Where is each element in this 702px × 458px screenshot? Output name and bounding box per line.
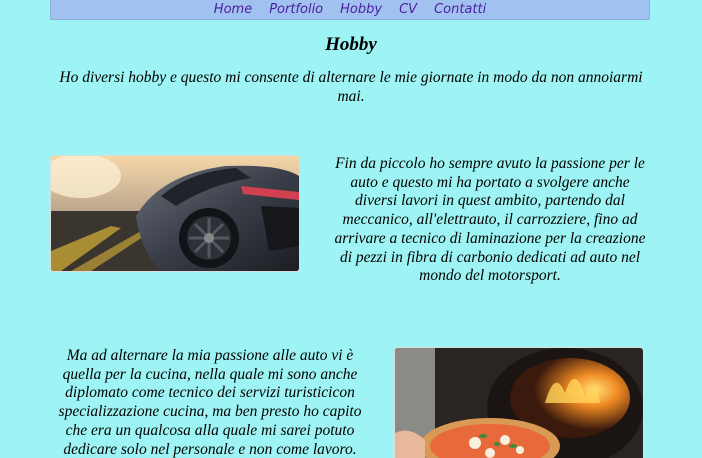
cars-passion-text: Fin da piccolo ho sempre avuto la passio… xyxy=(334,155,646,285)
page-title: Hobby xyxy=(325,34,377,55)
cooking-passion-text: Ma ad alternare la mia passione alle aut… xyxy=(58,347,362,458)
top-nav: Home Portfolio Hobby CV Contatti xyxy=(50,0,650,20)
intro-text: Ho diversi hobby e questo mi consente di… xyxy=(59,69,643,105)
pizza-oven-image xyxy=(394,347,644,458)
sports-car-image xyxy=(50,155,300,272)
nav-link-cv[interactable]: CV xyxy=(399,0,417,19)
hobby-page: Home Portfolio Hobby CV Contatti Hobby H… xyxy=(0,0,702,458)
nav-link-contatti[interactable]: Contatti xyxy=(434,0,486,19)
nav-link-portfolio[interactable]: Portfolio xyxy=(269,0,323,19)
nav-link-hobby[interactable]: Hobby xyxy=(340,0,382,19)
nav-link-home[interactable]: Home xyxy=(214,0,252,19)
